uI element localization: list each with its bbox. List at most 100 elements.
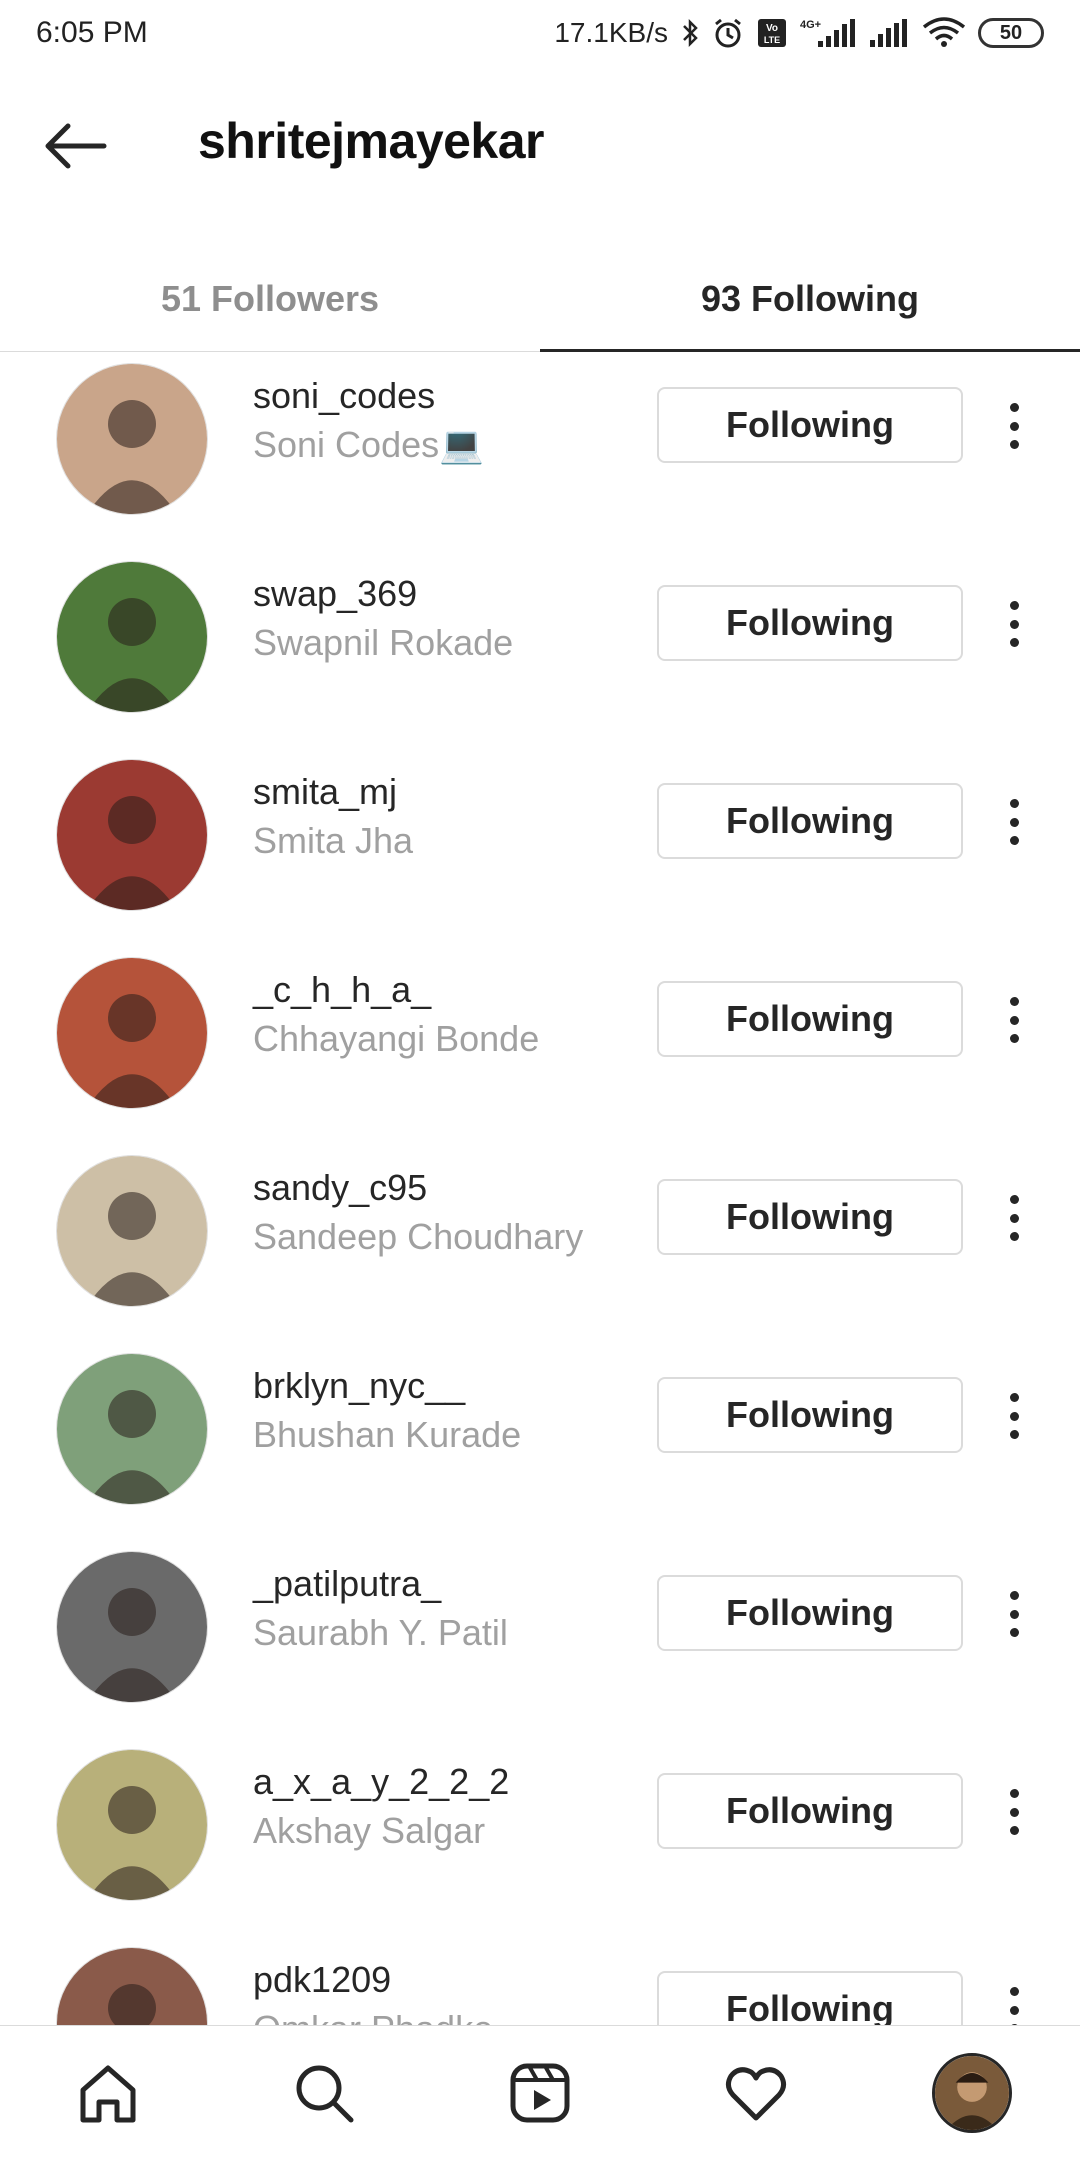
more-dot bbox=[1009, 1807, 1019, 1817]
user-names: soni_codes Soni Codes💻 bbox=[253, 373, 484, 471]
reels-icon bbox=[510, 2063, 570, 2123]
avatar[interactable] bbox=[56, 1947, 208, 2025]
network-speed: 17.1KB/s bbox=[554, 17, 668, 48]
svg-text:LTE: LTE bbox=[764, 35, 780, 45]
more-dot bbox=[1009, 799, 1019, 808]
more-dot bbox=[1009, 836, 1019, 845]
page-title: shritejmayekar bbox=[198, 113, 545, 169]
list-item[interactable]: _patilputra_ Saurabh Y. Patil Following bbox=[0, 1507, 1080, 1705]
username[interactable]: brklyn_nyc__ bbox=[253, 1363, 521, 1409]
nav-reels[interactable] bbox=[490, 2043, 590, 2143]
more-options-button[interactable] bbox=[996, 1983, 1032, 2025]
list-item[interactable]: smita_mj Smita Jha Following bbox=[0, 715, 1080, 913]
more-dot bbox=[1009, 403, 1019, 412]
more-dot bbox=[1009, 638, 1019, 647]
signal-4g-icon: 4G+ bbox=[800, 16, 856, 50]
more-dot bbox=[1009, 1232, 1019, 1241]
back-button[interactable] bbox=[40, 116, 110, 176]
following-button[interactable]: Following bbox=[657, 585, 963, 661]
following-button[interactable]: Following bbox=[657, 1773, 963, 1849]
full-name: Bhushan Kurade bbox=[253, 1414, 522, 1455]
more-dot bbox=[1009, 440, 1019, 449]
bluetooth-icon bbox=[680, 16, 700, 50]
more-options-button[interactable] bbox=[996, 795, 1032, 849]
avatar-image bbox=[57, 1552, 207, 1702]
user-names: pdk1209 Omkar Phadke bbox=[253, 1957, 493, 2025]
user-names: _patilputra_ Saurabh Y. Patil bbox=[253, 1561, 508, 1659]
avatar[interactable] bbox=[56, 759, 208, 911]
tab-following[interactable]: 93 Following bbox=[540, 246, 1080, 352]
full-name: Omkar Phadke bbox=[253, 2003, 493, 2025]
more-dot bbox=[1009, 1411, 1019, 1421]
avatar[interactable] bbox=[56, 1155, 208, 1307]
more-options-button[interactable] bbox=[996, 1191, 1032, 1245]
more-options-button[interactable] bbox=[996, 993, 1032, 1047]
avatar[interactable] bbox=[56, 1353, 208, 1505]
following-button[interactable]: Following bbox=[657, 981, 963, 1057]
more-dot bbox=[1009, 619, 1019, 629]
avatar-image bbox=[57, 958, 207, 1108]
more-dot bbox=[1009, 1987, 1019, 1996]
username[interactable]: _c_h_h_a_ bbox=[253, 967, 539, 1013]
avatar[interactable] bbox=[56, 957, 208, 1109]
more-options-button[interactable] bbox=[996, 1587, 1032, 1641]
following-button[interactable]: Following bbox=[657, 1179, 963, 1255]
following-button[interactable]: Following bbox=[657, 1971, 963, 2025]
arrow-left-icon bbox=[45, 123, 107, 169]
more-dot bbox=[1009, 1591, 1019, 1600]
avatar[interactable] bbox=[56, 561, 208, 713]
battery-icon: 50 bbox=[978, 18, 1044, 48]
following-list-viewport[interactable]: soni_codes Soni Codes💻 Following swap_36… bbox=[0, 353, 1080, 2025]
username[interactable]: swap_369 bbox=[253, 571, 513, 617]
more-dot bbox=[1009, 2005, 1019, 2015]
user-names: a_x_a_y_2_2_2 Akshay Salgar bbox=[253, 1759, 509, 1857]
avatar[interactable] bbox=[56, 1749, 208, 1901]
list-item[interactable]: swap_369 Swapnil Rokade Following bbox=[0, 517, 1080, 715]
more-dot bbox=[1009, 421, 1019, 431]
username[interactable]: a_x_a_y_2_2_2 bbox=[253, 1759, 509, 1805]
volte-icon: Vo LTE bbox=[756, 16, 788, 50]
following-button[interactable]: Following bbox=[657, 1377, 963, 1453]
following-button[interactable]: Following bbox=[657, 783, 963, 859]
username[interactable]: smita_mj bbox=[253, 769, 413, 815]
list-item[interactable]: a_x_a_y_2_2_2 Akshay Salgar Following bbox=[0, 1705, 1080, 1903]
user-names: _c_h_h_a_ Chhayangi Bonde bbox=[253, 967, 539, 1065]
status-bar: 6:05 PM 17.1KB/s Vo LTE 4G+ 50 bbox=[0, 0, 1080, 66]
nav-home[interactable] bbox=[58, 2043, 158, 2143]
more-dot bbox=[1009, 1628, 1019, 1637]
username[interactable]: sandy_c95 bbox=[253, 1165, 583, 1211]
list-item[interactable]: pdk1209 Omkar Phadke Following bbox=[0, 1903, 1080, 2025]
more-dot bbox=[1009, 997, 1019, 1006]
nav-activity[interactable] bbox=[706, 2043, 806, 2143]
avatar-image bbox=[57, 1750, 207, 1900]
avatar[interactable] bbox=[56, 1551, 208, 1703]
full-name: Saurabh Y. Patil bbox=[253, 1612, 508, 1653]
signal-icon bbox=[868, 16, 910, 50]
list-item[interactable]: brklyn_nyc__ Bhushan Kurade Following bbox=[0, 1309, 1080, 1507]
nav-search[interactable] bbox=[274, 2043, 374, 2143]
user-names: sandy_c95 Sandeep Choudhary bbox=[253, 1165, 583, 1263]
following-button[interactable]: Following bbox=[657, 387, 963, 463]
more-dot bbox=[1009, 1034, 1019, 1043]
more-dot bbox=[1009, 817, 1019, 827]
username[interactable]: _patilputra_ bbox=[253, 1561, 508, 1607]
more-options-button[interactable] bbox=[996, 1785, 1032, 1839]
tab-followers[interactable]: 51 Followers bbox=[0, 246, 540, 351]
more-options-button[interactable] bbox=[996, 399, 1032, 453]
user-names: swap_369 Swapnil Rokade bbox=[253, 571, 513, 669]
svg-text:4G+: 4G+ bbox=[800, 19, 821, 31]
list-item[interactable]: sandy_c95 Sandeep Choudhary Following bbox=[0, 1111, 1080, 1309]
more-options-button[interactable] bbox=[996, 597, 1032, 651]
avatar[interactable] bbox=[56, 363, 208, 515]
following-button[interactable]: Following bbox=[657, 1575, 963, 1651]
avatar-image bbox=[57, 562, 207, 712]
list-item[interactable]: _c_h_h_a_ Chhayangi Bonde Following bbox=[0, 913, 1080, 1111]
more-options-button[interactable] bbox=[996, 1389, 1032, 1443]
username[interactable]: soni_codes bbox=[253, 373, 484, 419]
avatar-image bbox=[57, 1948, 207, 2025]
full-name: Swapnil Rokade bbox=[253, 622, 514, 663]
username[interactable]: pdk1209 bbox=[253, 1957, 493, 2003]
nav-profile[interactable] bbox=[922, 2043, 1022, 2143]
list-item[interactable]: soni_codes Soni Codes💻 Following bbox=[0, 353, 1080, 517]
wifi-icon bbox=[922, 16, 966, 50]
